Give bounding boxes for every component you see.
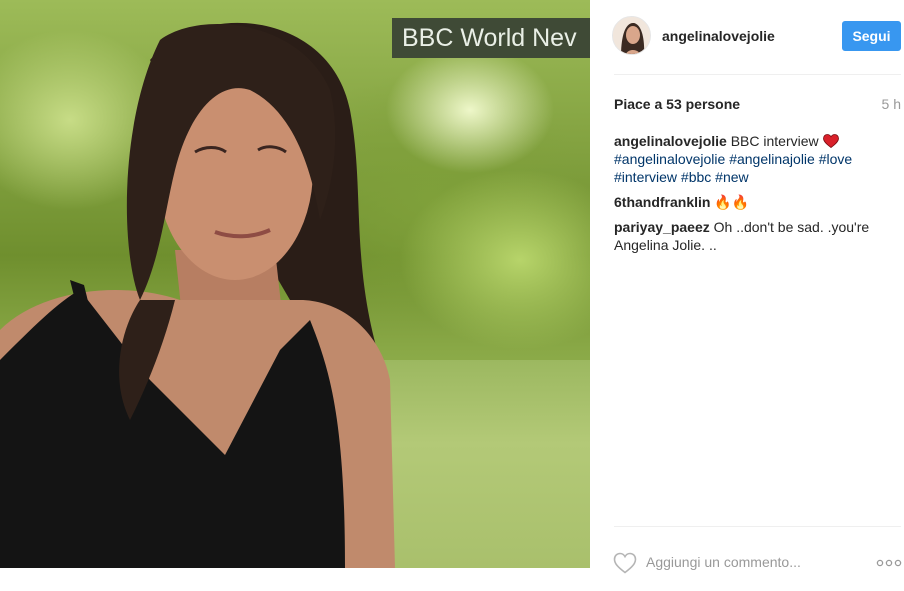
comments-list: angelinalovejolie BBC interview #angelin… (614, 132, 901, 261)
comment-username[interactable]: 6thandfranklin (614, 194, 710, 210)
ellipsis-icon[interactable] (876, 556, 902, 568)
red-heart-emoji (822, 133, 839, 149)
caption-comment: angelinalovejolie BBC interview #angelin… (614, 132, 901, 186)
post-username[interactable]: angelinalovejolie (662, 28, 775, 44)
divider (614, 74, 901, 75)
post-timestamp[interactable]: 5 h (882, 96, 901, 112)
comment-input[interactable] (646, 550, 861, 574)
caption-hashtags: #angelinalovejolie #angelinajolie #love … (614, 151, 852, 185)
avatar-image (613, 17, 650, 54)
photo-caption-overlay: BBC World Nev (392, 18, 590, 58)
post-details-panel: angelinalovejolie Segui Piace a 53 perso… (590, 0, 904, 591)
post-photo[interactable]: BBC World Nev (0, 0, 590, 568)
caption-text: BBC interview (730, 133, 819, 149)
hashtag-link[interactable]: #new (715, 169, 748, 185)
comment-username[interactable]: angelinalovejolie (614, 133, 727, 149)
comment-item: pariyay_paeez Oh ..don't be sad. .you're… (614, 218, 901, 254)
comment-item: 6thandfranklin 🔥🔥 (614, 193, 901, 211)
hashtag-link[interactable]: #bbc (681, 169, 711, 185)
hashtag-link[interactable]: #love (819, 151, 852, 167)
hashtag-link[interactable]: #angelinalovejolie (614, 151, 725, 167)
comment-username[interactable]: pariyay_paeez (614, 219, 710, 235)
divider (614, 526, 901, 527)
post-header: angelinalovejolie Segui (590, 0, 904, 75)
follow-button[interactable]: Segui (842, 21, 901, 51)
likes-row: Piace a 53 persone 5 h (614, 96, 901, 114)
hashtag-link[interactable]: #interview (614, 169, 677, 185)
heart-outline-icon[interactable] (613, 552, 637, 574)
likes-count[interactable]: Piace a 53 persone (614, 96, 740, 112)
comment-text: 🔥🔥 (714, 194, 750, 210)
photo-subject-illustration (0, 22, 395, 568)
hashtag-link[interactable]: #angelinajolie (729, 151, 815, 167)
avatar[interactable] (612, 16, 651, 55)
